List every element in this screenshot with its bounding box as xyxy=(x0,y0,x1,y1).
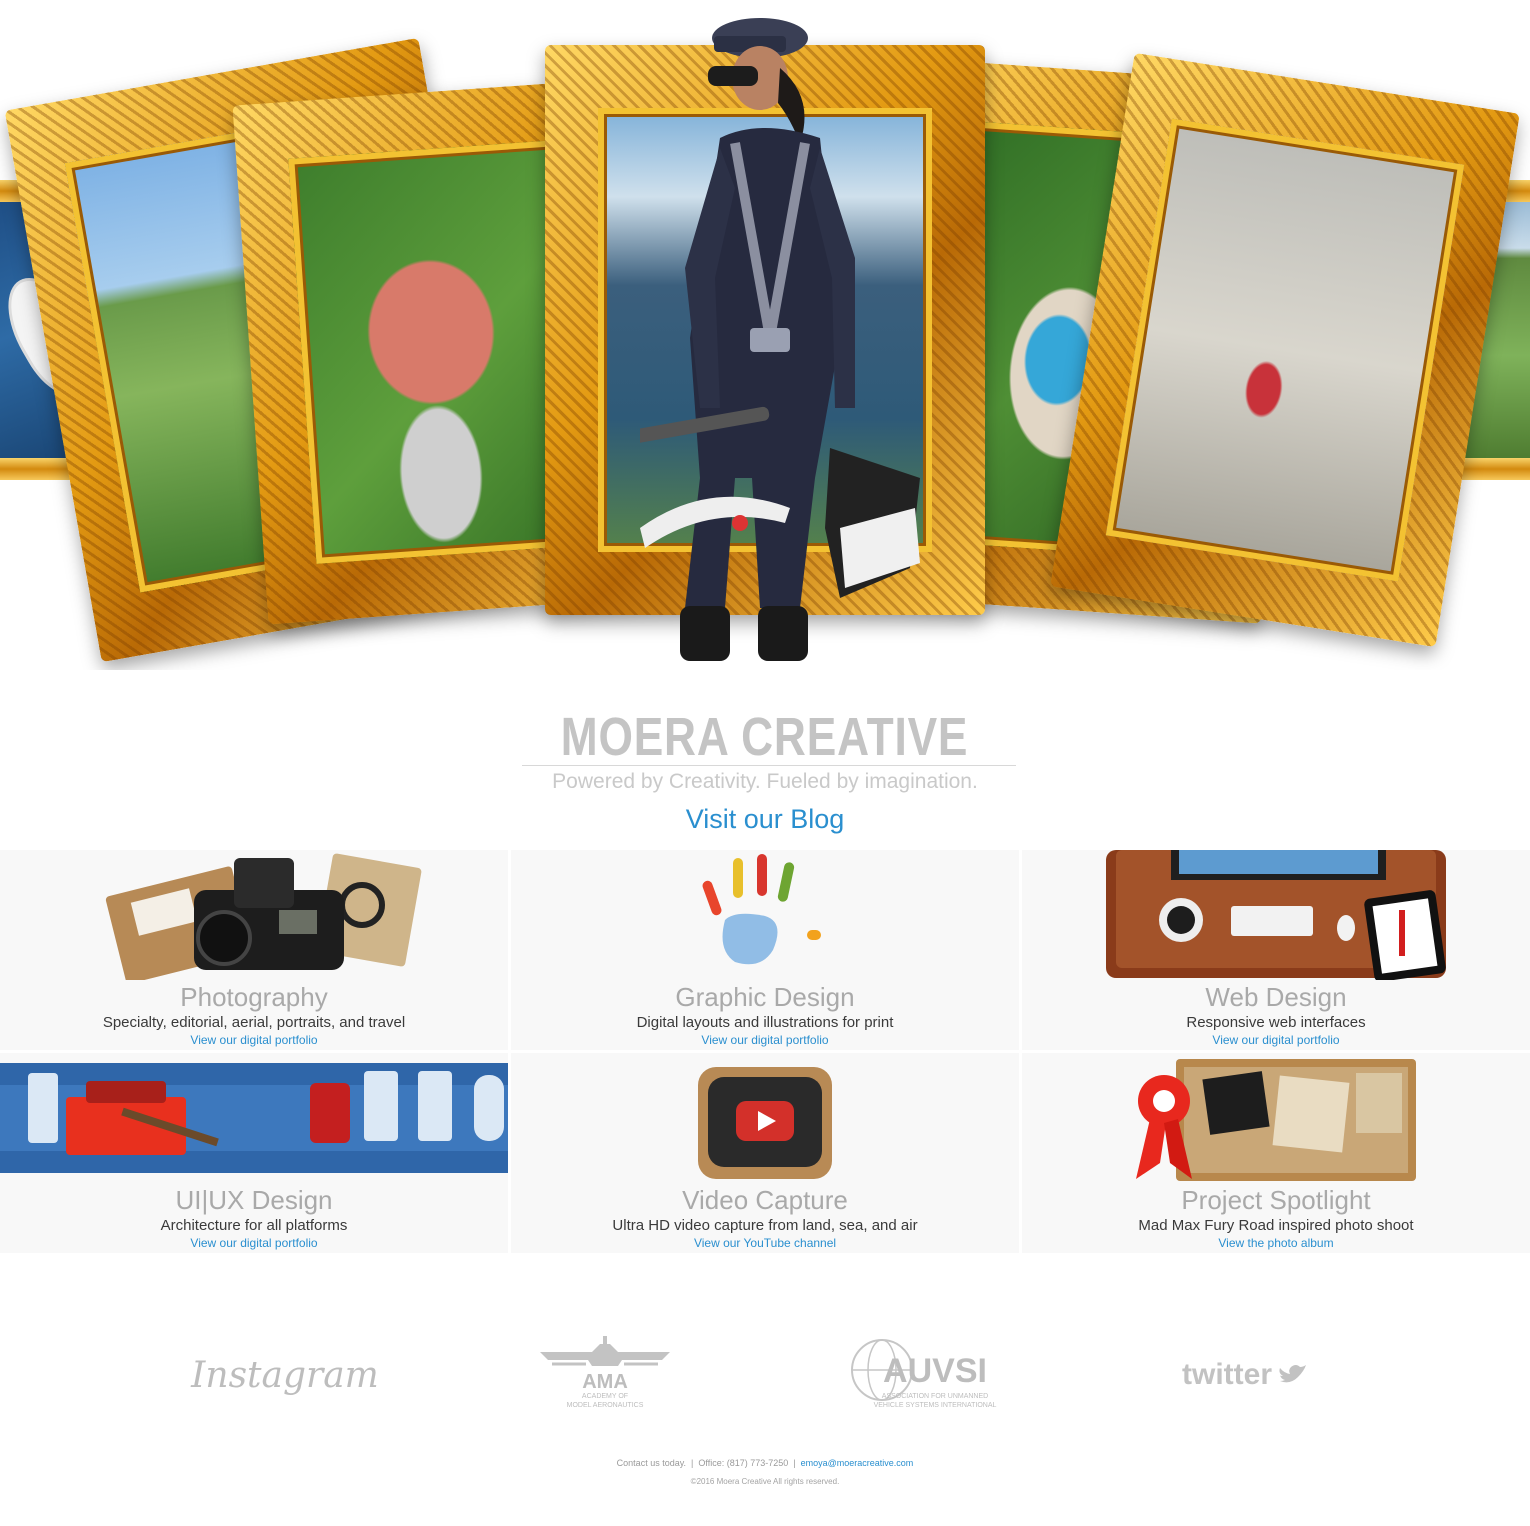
ribbon-corkboard-icon xyxy=(1136,1059,1416,1181)
twitter-text: twitter xyxy=(1182,1358,1272,1391)
service-description: Architecture for all platforms xyxy=(160,1217,348,1234)
service-description: Responsive web interfaces xyxy=(1186,1014,1366,1031)
service-link[interactable]: View our digital portfolio xyxy=(1022,1033,1530,1048)
twitter-bird-icon xyxy=(1279,1365,1306,1383)
service-tile-web-design[interactable]: Web Design Responsive web interfaces Vie… xyxy=(1022,850,1530,1050)
footer-email-link[interactable]: emoya@moeracreative.com xyxy=(801,1458,914,1468)
service-tile-project-spotlight[interactable]: Project Spotlight Mad Max Fury Road insp… xyxy=(1022,1053,1530,1253)
brand-tagline: Powered by Creativity. Fueled by imagina… xyxy=(552,770,978,793)
service-description: Specialty, editorial, aerial, portraits,… xyxy=(102,1014,406,1031)
service-link[interactable]: View the photo album xyxy=(1022,1236,1530,1251)
ama-wings-icon: AMA ACADEMY OF MODEL AERONAUTICS xyxy=(540,1336,670,1409)
brand-title: MOERA CREATIVE xyxy=(561,707,969,767)
footer-contact-text: Contact us today. xyxy=(616,1458,687,1468)
desk-computer-icon xyxy=(1106,850,1446,980)
auvsi-globe-icon: AUVSI ASSOCIATION FOR UNMANNED VEHICLE S… xyxy=(851,1339,997,1409)
footer-copyright: ©2016 Moera Creative All rights reserved… xyxy=(690,1477,840,1486)
services-grid: Photography Specialty, editorial, aerial… xyxy=(0,850,1530,1254)
camera-kit-icon xyxy=(105,853,422,980)
service-description: Mad Max Fury Road inspired photo shoot xyxy=(1138,1217,1414,1234)
service-link[interactable]: View our digital portfolio xyxy=(0,1033,508,1048)
service-title: Project Spotlight xyxy=(1181,1185,1371,1215)
auvsi-logo[interactable]: AUVSI ASSOCIATION FOR UNMANNED VEHICLE S… xyxy=(840,1330,1010,1420)
footer-contact: Contact us today. | Office: (817) 773-7250… xyxy=(616,1458,914,1468)
service-tile-graphic-design[interactable]: Graphic Design Digital layouts and illus… xyxy=(511,850,1019,1050)
toolbox-icon xyxy=(0,1063,508,1173)
twitter-logo[interactable]: twitter xyxy=(1160,1330,1330,1420)
auvsi-subtext-2: VEHICLE SYSTEMS INTERNATIONAL xyxy=(874,1402,997,1409)
ama-subtext-1: ACADEMY OF xyxy=(582,1393,628,1400)
photo-truck-aerial xyxy=(1105,118,1465,582)
pilot-figure-icon xyxy=(640,18,920,661)
painted-hand-icon xyxy=(702,854,821,965)
frame-truck xyxy=(1050,52,1520,648)
service-link[interactable]: View our digital portfolio xyxy=(511,1033,1019,1048)
service-tile-uiux-design[interactable]: UI|UX Design Architecture for all platfo… xyxy=(0,1053,508,1253)
service-title: Photography xyxy=(180,982,328,1012)
ama-text: AMA xyxy=(582,1371,628,1393)
service-tile-video-capture[interactable]: Video Capture Ultra HD video capture fro… xyxy=(511,1053,1019,1253)
service-tile-photography[interactable]: Photography Specialty, editorial, aerial… xyxy=(0,850,508,1050)
brand-header: MOERA CREATIVE xyxy=(0,705,1530,769)
ama-subtext-2: MODEL AERONAUTICS xyxy=(567,1402,644,1409)
brand-divider xyxy=(522,765,1016,766)
footer-office-phone: Office: (817) 773-7250 xyxy=(698,1458,789,1468)
visit-blog-link[interactable]: Visit our Blog xyxy=(0,804,1530,835)
instagram-logo[interactable]: Instagram xyxy=(190,1330,380,1420)
service-description: Digital layouts and illustrations for pr… xyxy=(636,1014,894,1031)
service-title: UI|UX Design xyxy=(175,1185,333,1215)
service-description: Ultra HD video capture from land, sea, a… xyxy=(612,1217,918,1234)
ama-logo[interactable]: AMA ACADEMY OF MODEL AERONAUTICS xyxy=(530,1330,680,1420)
partner-logos: Instagram AMA ACADEMY OF MODEL AERONAUTI… xyxy=(0,1330,1530,1420)
retro-tv-play-icon xyxy=(698,1067,832,1179)
service-link[interactable]: View our digital portfolio xyxy=(0,1236,508,1251)
service-title: Video Capture xyxy=(682,1185,848,1215)
service-title: Graphic Design xyxy=(675,982,855,1012)
service-title: Web Design xyxy=(1205,982,1347,1012)
hero-banner xyxy=(0,0,1530,670)
auvsi-text: AUVSI xyxy=(883,1352,987,1390)
service-link[interactable]: View our YouTube channel xyxy=(511,1236,1019,1251)
auvsi-subtext-1: ASSOCIATION FOR UNMANNED xyxy=(882,1393,988,1400)
